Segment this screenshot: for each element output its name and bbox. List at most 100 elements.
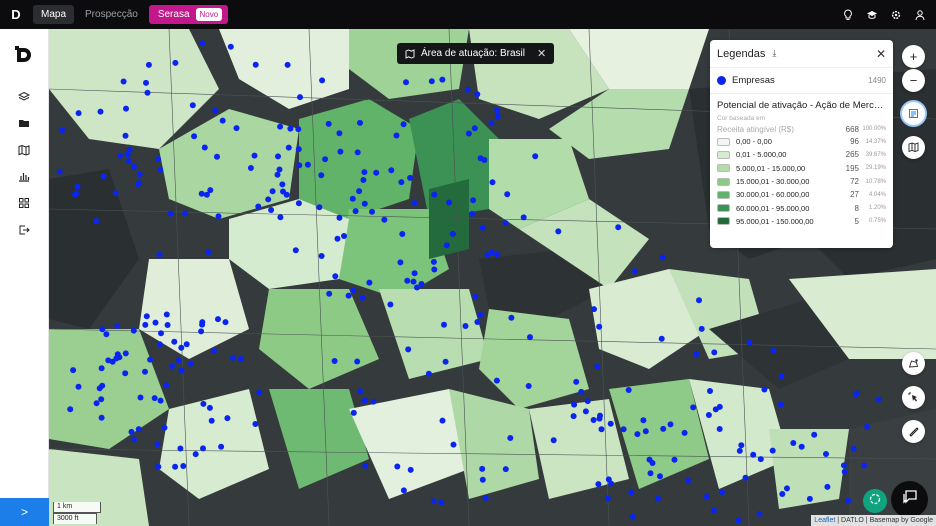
company-marker[interactable] [462, 323, 469, 329]
company-marker[interactable] [157, 397, 164, 404]
company-marker[interactable] [199, 40, 206, 47]
company-marker[interactable] [446, 199, 453, 206]
company-marker[interactable] [345, 292, 352, 299]
legend-range-row[interactable]: 5.000,01 - 15.000,00 195 29.19% [710, 162, 893, 175]
company-marker[interactable] [690, 404, 697, 411]
company-marker[interactable] [147, 356, 154, 363]
company-marker[interactable] [685, 477, 692, 484]
company-marker[interactable] [366, 279, 373, 286]
company-marker[interactable] [178, 344, 185, 351]
company-marker[interactable] [647, 470, 654, 477]
close-icon[interactable]: ✕ [876, 47, 886, 61]
company-marker[interactable] [790, 440, 797, 446]
company-marker[interactable] [596, 415, 603, 422]
company-marker[interactable] [161, 424, 168, 431]
company-marker[interactable] [295, 126, 302, 133]
company-marker[interactable] [711, 349, 718, 356]
company-marker[interactable] [407, 174, 414, 181]
company-marker[interactable] [629, 513, 636, 520]
company-marker[interactable] [418, 281, 425, 287]
company-marker[interactable] [442, 358, 449, 365]
company-marker[interactable] [738, 442, 745, 449]
company-marker[interactable] [388, 167, 395, 174]
company-marker[interactable] [381, 216, 388, 223]
company-marker[interactable] [555, 228, 562, 235]
company-marker[interactable] [369, 208, 375, 215]
company-marker[interactable] [550, 437, 557, 444]
company-marker[interactable] [811, 431, 818, 438]
company-marker[interactable] [205, 249, 212, 256]
company-marker[interactable] [130, 327, 137, 334]
company-marker[interactable] [265, 196, 272, 203]
company-marker[interactable] [191, 133, 198, 140]
company-marker[interactable] [471, 125, 478, 132]
company-marker[interactable] [164, 322, 171, 328]
company-marker[interactable] [322, 156, 329, 163]
company-marker[interactable] [201, 144, 208, 151]
company-marker[interactable] [507, 435, 514, 441]
company-marker[interactable] [171, 338, 178, 345]
company-marker[interactable] [277, 123, 284, 130]
company-marker[interactable] [778, 373, 785, 380]
gear-icon[interactable] [890, 9, 902, 21]
draw-area-button[interactable] [902, 352, 925, 375]
company-marker[interactable] [703, 493, 710, 500]
company-marker[interactable] [823, 451, 829, 457]
company-marker[interactable] [156, 251, 163, 258]
company-marker[interactable] [219, 117, 226, 124]
company-marker[interactable] [425, 370, 432, 377]
company-marker[interactable] [350, 287, 357, 294]
bar-chart-icon[interactable] [18, 170, 30, 182]
company-marker[interactable] [472, 293, 479, 300]
company-marker[interactable] [489, 179, 496, 186]
company-marker[interactable] [175, 357, 182, 364]
company-marker[interactable] [407, 466, 414, 473]
company-marker[interactable] [470, 197, 477, 204]
company-marker[interactable] [233, 125, 240, 132]
company-marker[interactable] [570, 413, 577, 420]
legend-range-row[interactable]: 15.000,01 - 30.000,00 72 10.78% [710, 175, 893, 188]
company-marker[interactable] [163, 382, 170, 389]
company-marker[interactable] [784, 485, 790, 492]
company-marker[interactable] [806, 495, 813, 502]
company-marker[interactable] [114, 351, 121, 358]
company-marker[interactable] [508, 314, 515, 321]
company-marker[interactable] [183, 341, 190, 348]
company-marker[interactable] [405, 346, 412, 353]
company-marker[interactable] [841, 468, 848, 475]
company-marker[interactable] [247, 165, 254, 171]
company-marker[interactable] [126, 158, 132, 165]
company-marker[interactable] [411, 200, 418, 206]
company-marker[interactable] [649, 460, 656, 466]
company-marker[interactable] [387, 301, 394, 308]
company-marker[interactable] [667, 421, 674, 428]
company-marker[interactable] [218, 443, 225, 450]
company-marker[interactable] [596, 323, 603, 330]
legend-range-row[interactable]: 0,00 - 0,00 96 14.37% [710, 135, 893, 148]
company-marker[interactable] [705, 412, 712, 418]
tab-prospeccao[interactable]: Prospecção [77, 5, 146, 24]
company-marker[interactable] [525, 383, 532, 389]
company-marker[interactable] [332, 273, 339, 280]
company-marker[interactable] [237, 355, 244, 362]
company-marker[interactable] [373, 169, 380, 176]
company-marker[interactable] [336, 130, 343, 137]
map-icon[interactable] [18, 144, 30, 156]
company-marker[interactable] [571, 401, 578, 408]
company-marker[interactable] [746, 339, 753, 346]
company-marker[interactable] [269, 188, 276, 195]
company-marker[interactable] [172, 463, 179, 470]
company-marker[interactable] [154, 441, 161, 448]
company-marker[interactable] [131, 436, 138, 443]
company-marker[interactable] [532, 153, 539, 160]
company-marker[interactable] [658, 335, 665, 342]
legend-range-row[interactable]: 95.000,01 - 150.000,00 5 0.75% [710, 215, 893, 228]
company-marker[interactable] [144, 89, 151, 96]
company-marker[interactable] [279, 181, 286, 188]
tab-serasa[interactable]: Serasa Novo [148, 5, 229, 24]
company-marker[interactable] [449, 230, 456, 237]
company-marker[interactable] [398, 179, 405, 186]
company-marker[interactable] [112, 190, 119, 197]
company-marker[interactable] [853, 390, 860, 397]
company-marker[interactable] [798, 443, 805, 450]
